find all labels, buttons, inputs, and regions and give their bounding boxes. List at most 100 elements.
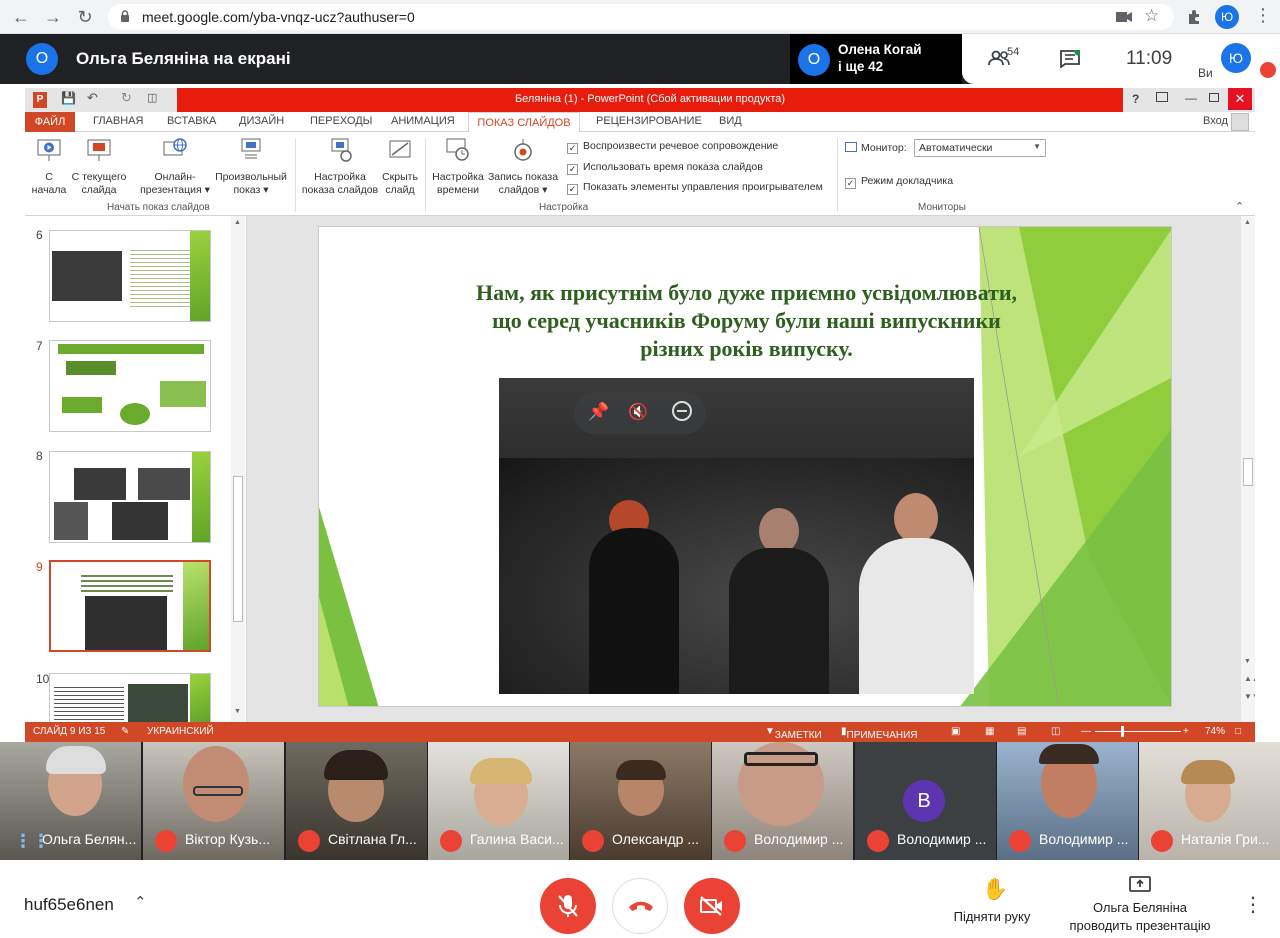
scroll-thumb[interactable] <box>1243 458 1253 486</box>
leave-call-button[interactable] <box>612 878 668 934</box>
participant-tile[interactable]: Наталія Гри... <box>1139 742 1280 860</box>
participant-tile[interactable]: Володимир ... <box>997 742 1138 860</box>
minimize-icon[interactable]: — <box>1185 91 1197 105</box>
slide-thumbnail-8[interactable] <box>49 451 211 543</box>
slideshow-setup-button[interactable]: Настройка показа слайдов <box>299 136 381 197</box>
camera-icon[interactable] <box>1116 11 1132 23</box>
slide-thumbnail-6[interactable] <box>49 230 211 322</box>
participant-tile[interactable]: В Володимир ... <box>855 742 996 860</box>
language-status[interactable]: УКРАИНСКИЙ <box>147 726 214 737</box>
ribbon-display-icon[interactable] <box>1156 92 1168 102</box>
notes-button[interactable]: ▼ ЗАМЕТКИ <box>765 726 822 741</box>
narration-checkbox[interactable]: ✓ Воспроизвести речевое сопровождение <box>567 140 778 154</box>
meeting-code[interactable]: huf65e6nen <box>24 895 114 915</box>
participant-tile[interactable]: ⋮⋮ Ольга Белян... <box>0 742 141 860</box>
profile-avatar[interactable]: Ю <box>1215 5 1239 29</box>
save-icon[interactable]: 💾 <box>61 91 76 105</box>
monitor-select[interactable]: Автоматически ▼ <box>914 139 1046 157</box>
tab-view[interactable]: ВИД <box>719 115 742 127</box>
collapse-ribbon-icon[interactable]: ⌃ <box>1235 200 1244 213</box>
tab-transitions[interactable]: ПЕРЕХОДЫ <box>310 115 372 127</box>
mic-toggle-button[interactable] <box>540 878 596 934</box>
more-options-icon[interactable]: ⋮ <box>1243 892 1263 917</box>
scroll-up-icon[interactable]: ▲ <box>1244 219 1251 226</box>
pin-icon[interactable]: 📌 <box>588 402 609 422</box>
start-slideshow-qat-icon[interactable]: ◫ <box>147 91 157 104</box>
presenter-view-checkbox[interactable]: ✓ Режим докладчика <box>845 175 953 189</box>
back-arrow-icon[interactable]: ← <box>10 6 32 28</box>
custom-show-button[interactable]: Произвольный показ ▾ <box>210 136 292 197</box>
online-presentation-button[interactable]: Онлайн-презентация ▾ <box>135 136 215 197</box>
camera-toggle-button[interactable] <box>684 878 740 934</box>
tab-file[interactable]: ФАЙЛ <box>25 112 75 132</box>
participant-tile[interactable]: Віктор Кузь... <box>143 742 284 860</box>
participant-tile[interactable]: Світлана Гл... <box>286 742 427 860</box>
tab-design[interactable]: ДИЗАЙН <box>239 115 284 127</box>
sorter-view-icon[interactable]: ▦ <box>985 726 994 737</box>
participant-tile[interactable]: Володимир ... <box>712 742 853 860</box>
chevron-up-icon[interactable]: ⌃ <box>134 893 147 911</box>
tab-animation[interactable]: АНИМАЦИЯ <box>391 115 455 127</box>
slide-position: СЛАЙД 9 ИЗ 15 <box>33 726 106 737</box>
scroll-down-icon[interactable]: ▼ <box>1244 658 1251 665</box>
slide-scrollbar[interactable]: ▲ ▼ ▲▲ ▼▼ <box>1241 216 1255 722</box>
zoom-slider-thumb[interactable] <box>1121 726 1124 737</box>
tab-review[interactable]: РЕЦЕНЗИРОВАНИЕ <box>596 115 702 127</box>
user-avatar-icon[interactable] <box>1231 113 1249 131</box>
redo-icon[interactable]: ↻ <box>121 90 132 106</box>
chrome-menu-icon[interactable]: ⋮ <box>1254 5 1272 26</box>
prev-slide-icon[interactable]: ▲▲ <box>1244 674 1255 683</box>
speaker-more: і ще 42 <box>838 59 884 74</box>
hide-slide-button[interactable]: Скрыть слайд <box>379 136 421 197</box>
slideshow-view-icon[interactable]: ◫ <box>1051 726 1060 737</box>
participant-tile[interactable]: Галина Васи... <box>428 742 569 860</box>
close-icon[interactable]: ✕ <box>1228 88 1252 110</box>
slide-thumbnail-7[interactable] <box>49 340 211 432</box>
comments-button[interactable]: ▮ ПРИМЕЧАНИЯ <box>841 726 918 741</box>
remove-icon[interactable] <box>672 401 692 421</box>
sign-in-link[interactable]: Вход <box>1203 115 1228 127</box>
zoom-in-icon[interactable]: + <box>1183 726 1189 737</box>
from-current-button[interactable]: С текущего слайда <box>69 136 129 197</box>
slide-thumbnail-10[interactable] <box>49 673 211 722</box>
zoom-slider[interactable] <box>1095 731 1181 732</box>
zoom-out-icon[interactable]: — <box>1081 726 1091 737</box>
scroll-thumb[interactable] <box>233 476 243 622</box>
use-timings-checkbox[interactable]: ✓ Использовать время показа слайдов <box>567 161 763 175</box>
thumb-scrollbar[interactable]: ▲ ▼ <box>231 216 245 722</box>
rehearse-timings-button[interactable]: Настройка времени <box>429 136 487 197</box>
extensions-icon[interactable] <box>1186 9 1202 25</box>
chat-icon[interactable] <box>1060 50 1080 68</box>
participant-name: Володимир ... <box>1039 831 1129 847</box>
tab-insert[interactable]: ВСТАВКА <box>167 115 216 127</box>
active-speaker-chip[interactable]: O Олена Когай і ще 42 <box>790 34 962 84</box>
reading-view-icon[interactable]: ▤ <box>1017 726 1026 737</box>
scroll-down-icon[interactable]: ▼ <box>234 708 241 715</box>
mute-speaker-icon[interactable]: 🔇 <box>628 402 648 422</box>
tab-home[interactable]: ГЛАВНАЯ <box>93 115 143 127</box>
slide-thumbnail-9-selected[interactable] <box>49 560 211 652</box>
raise-hand-button[interactable]: ✋ Підняти руку <box>950 870 1034 930</box>
presenting-status-label: проводить презентацію <box>1069 918 1211 933</box>
help-icon[interactable]: ? <box>1132 92 1139 106</box>
address-bar[interactable]: meet.google.com/yba-vnqz-ucz?authuser=0 … <box>108 4 1174 30</box>
powerpoint-logo-icon: P <box>33 92 47 108</box>
bookmark-star-icon[interactable]: ☆ <box>1144 6 1159 26</box>
current-slide[interactable]: Нам, як присутнім було дуже приємно усві… <box>318 226 1172 707</box>
normal-view-icon[interactable]: ▣ <box>951 726 960 737</box>
undo-icon[interactable]: ↶ <box>87 90 98 106</box>
forward-arrow-icon[interactable]: → <box>42 6 64 28</box>
from-start-button[interactable]: Сначала <box>29 136 69 197</box>
media-controls-checkbox[interactable]: ✓ Показать элементы управления проигрыват… <box>567 181 823 195</box>
zoom-level[interactable]: 74% <box>1205 726 1225 737</box>
restore-icon[interactable] <box>1209 93 1219 102</box>
spellcheck-icon[interactable]: ✎ <box>121 726 129 737</box>
next-slide-icon[interactable]: ▼▼ <box>1244 692 1255 701</box>
tab-slideshow[interactable]: ПОКАЗ СЛАЙДОВ <box>468 112 580 133</box>
presentation-status-button[interactable]: Ольга Беляніна проводить презентацію <box>1060 870 1220 934</box>
fit-slide-icon[interactable]: □ <box>1235 726 1241 737</box>
reload-icon[interactable]: ↻ <box>74 6 96 28</box>
scroll-up-icon[interactable]: ▲ <box>234 219 241 226</box>
record-slideshow-button[interactable]: Запись показа слайдов ▾ <box>485 136 561 197</box>
participant-tile[interactable]: Олександр ... <box>570 742 711 860</box>
